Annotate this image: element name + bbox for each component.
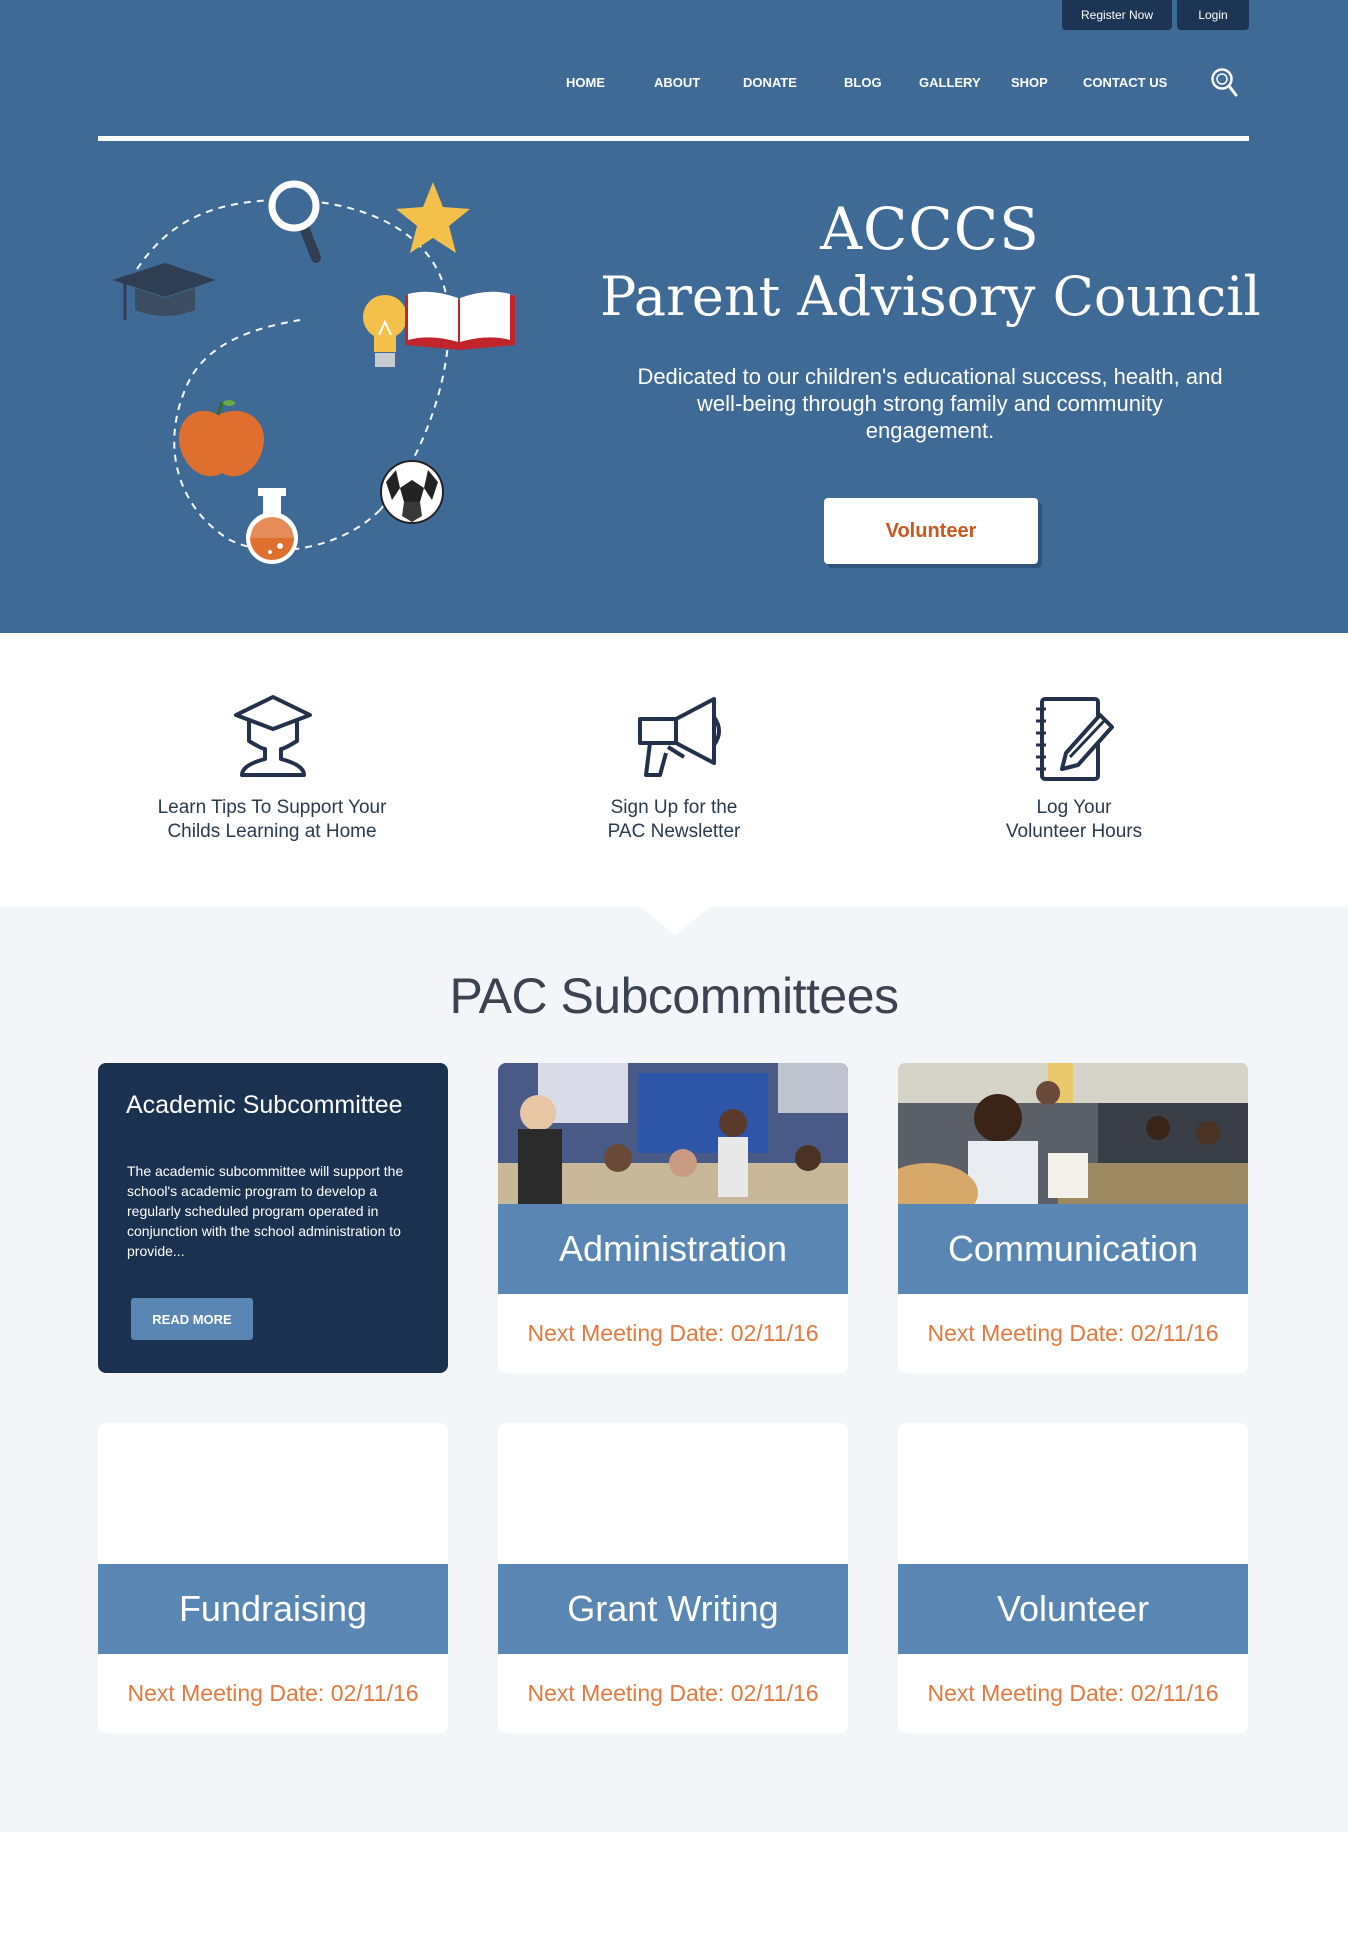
card-title-band: Volunteer [898, 1564, 1248, 1654]
apple-icon [178, 400, 264, 477]
quick-link-line1: Learn Tips To Support Your [157, 797, 387, 818]
magnifier-icon [268, 180, 321, 263]
quick-links: Learn Tips To Support Your Childs Learni… [0, 633, 1348, 907]
read-more-button[interactable]: READ MORE [131, 1298, 253, 1340]
section-title: PAC Subcommittees [449, 968, 899, 1024]
volunteer-button[interactable]: Volunteer [824, 498, 1038, 564]
administration-card[interactable]: Administration Next Meeting Date: 02/11/… [498, 1063, 848, 1373]
star-icon [396, 182, 470, 253]
graduate-icon [234, 695, 312, 777]
nav-item-about[interactable]: ABOUT [654, 75, 700, 90]
grant-writing-card[interactable]: Grant Writing Next Meeting Date: 02/11/1… [498, 1423, 848, 1733]
nav-item-blog[interactable]: BLOG [844, 75, 882, 90]
next-meeting-date: Next Meeting Date: 02/11/16 [927, 1320, 1219, 1346]
nav-item-shop[interactable]: SHOP [1011, 75, 1048, 90]
section-pointer [640, 907, 710, 935]
nav-item-gallery[interactable]: GALLERY [919, 75, 981, 90]
meeting-photo [898, 1063, 1248, 1204]
quick-link-line1: Sign Up for the [610, 797, 738, 818]
open-book-icon [405, 291, 515, 350]
megaphone-icon [638, 697, 721, 777]
card-title-band: Administration [498, 1204, 848, 1294]
next-meeting-date: Next Meeting Date: 02/11/16 [927, 1680, 1219, 1706]
hero-subtitle-title: Parent Advisory Council [600, 265, 1261, 328]
quick-link-line2: Volunteer Hours [1005, 821, 1143, 842]
graduation-cap-icon [112, 263, 216, 320]
next-meeting-date: Next Meeting Date: 02/11/16 [527, 1320, 819, 1346]
hero-title: ACCCS [820, 195, 1040, 263]
academic-subcommittee-card[interactable]: Academic Subcommittee The academic subco… [98, 1063, 448, 1373]
lightbulb-icon [363, 295, 407, 367]
nav-item-contact-us[interactable]: CONTACT US [1083, 75, 1167, 90]
nav-item-donate[interactable]: DONATE [743, 75, 797, 90]
card-description: The academic subcommittee will support t… [127, 1163, 404, 1259]
hero-tagline: Dedicated to our children's educational … [637, 364, 1223, 443]
search-icon[interactable] [1210, 67, 1238, 99]
main-nav: HOME ABOUT DONATE BLOG GALLERY SHOP CONT… [0, 75, 1348, 95]
nav-item-home[interactable]: HOME [566, 75, 605, 90]
soccer-ball-icon [380, 460, 444, 524]
login-button[interactable]: Login [1177, 0, 1249, 30]
card-title-band: Grant Writing [498, 1564, 848, 1654]
classroom-photo [498, 1063, 848, 1204]
volunteer-card[interactable]: Volunteer Next Meeting Date: 02/11/16 [898, 1423, 1248, 1733]
fundraising-card[interactable]: Fundraising Next Meeting Date: 02/11/16 [98, 1423, 448, 1733]
next-meeting-date: Next Meeting Date: 02/11/16 [527, 1680, 819, 1706]
communication-card[interactable]: Communication Next Meeting Date: 02/11/1… [898, 1063, 1248, 1373]
card-title-band: Fundraising [98, 1564, 448, 1654]
next-meeting-date: Next Meeting Date: 02/11/16 [127, 1680, 419, 1706]
subcommittees-section: PAC Subcommittees Academic Subcommittee … [0, 907, 1348, 1832]
register-now-button[interactable]: Register Now [1062, 0, 1172, 30]
hero-section: Register Now Login HOME ABOUT DONATE BLO… [0, 0, 1348, 633]
nav-divider [98, 136, 1249, 141]
card-title-band: Communication [898, 1204, 1248, 1294]
quick-link-line2: Childs Learning at Home [167, 821, 377, 842]
notepad-pencil-icon [1036, 697, 1114, 781]
quick-link-line2: PAC Newsletter [607, 821, 741, 842]
hero-illustration [112, 180, 515, 564]
quick-link-line1: Log Your [1036, 797, 1112, 818]
card-title: Academic Subcommittee [126, 1091, 403, 1119]
